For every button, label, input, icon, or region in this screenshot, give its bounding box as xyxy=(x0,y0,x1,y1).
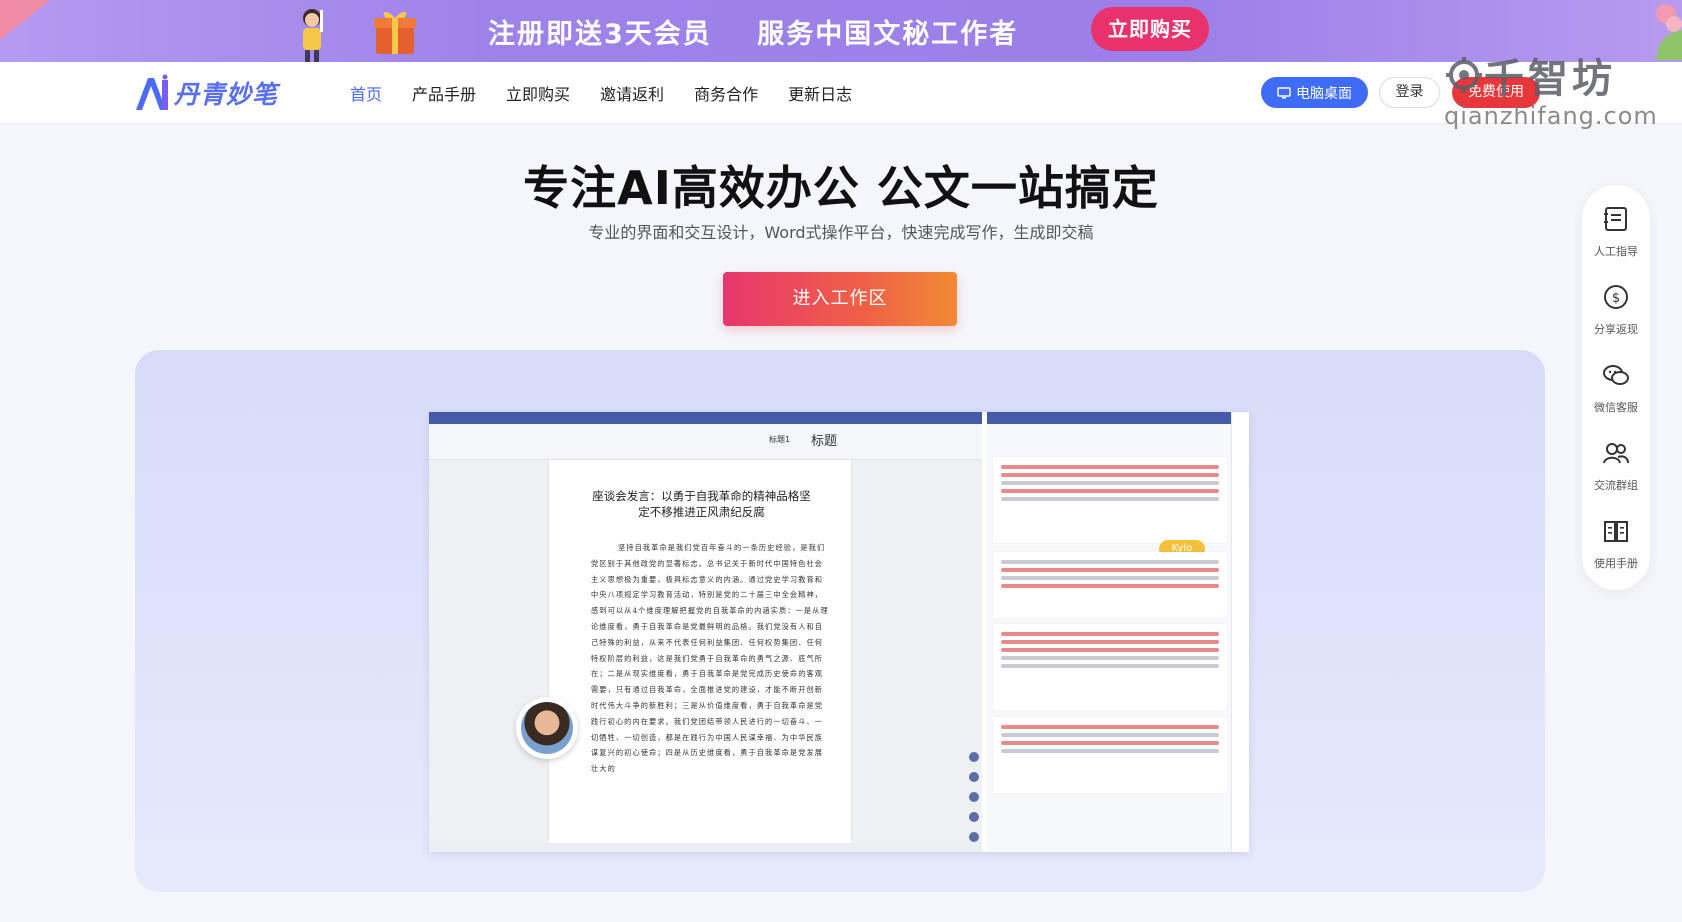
tool-dot-icon[interactable] xyxy=(969,812,979,822)
mascot-girl-illustration xyxy=(303,9,323,62)
document-page: 座谈会发言：以勇于自我革命的精神品格坚定不移推进正风肃纪反腐 坚持自我革命是我们… xyxy=(549,460,851,843)
side-item-label: 使用手册 xyxy=(1594,557,1638,570)
document-title: 座谈会发言：以勇于自我革命的精神品格坚定不移推进正风肃纪反腐 xyxy=(592,489,811,519)
editor-statusbar xyxy=(429,843,982,852)
promo-banner[interactable]: 注册即送3天会员 服务中国文秘工作者 立即购买 xyxy=(0,0,1682,62)
desktop-app-label: 电脑桌面 xyxy=(1296,85,1352,102)
panel-header xyxy=(987,412,1231,424)
side-item-label: 微信客服 xyxy=(1594,401,1638,414)
book-icon xyxy=(1604,521,1628,542)
editor-right-margin xyxy=(851,460,982,843)
banner-buy-button[interactable]: 立即购买 xyxy=(1091,7,1209,51)
floating-side-bar: 人工指导 $ 分享返现 微信客服 交流群组 使用手册 xyxy=(1582,185,1650,590)
suggestion-card xyxy=(993,457,1227,543)
guide-icon xyxy=(1604,207,1627,231)
logo-text: 丹青妙笔 xyxy=(174,80,279,109)
nav-item-manual[interactable]: 产品手册 xyxy=(412,81,476,105)
banner-slogan-text: 服务中国文秘工作者 xyxy=(757,19,1019,50)
nav-item-invite[interactable]: 邀请返利 xyxy=(600,81,664,105)
paper-plane-icon xyxy=(0,0,50,40)
watermark: 千智坊 qianzhifang.com xyxy=(1444,46,1658,130)
editor-screenshot: 标题1 标题 座谈会发言：以勇于自我革命的精神品格坚定不移推进正风肃纪反腐 坚持… xyxy=(429,412,1249,852)
side-item-cashback[interactable]: $ 分享返现 xyxy=(1582,283,1650,337)
tool-dot-icon[interactable] xyxy=(969,832,979,842)
nav-item-business[interactable]: 商务合作 xyxy=(694,81,758,105)
login-button[interactable]: 登录 xyxy=(1379,77,1440,108)
top-navbar: 丹青妙笔 首页 产品手册 立即购买 邀请返利 商务合作 更新日志 电脑桌面 登录… xyxy=(0,62,1682,124)
side-item-group[interactable]: 交流群组 xyxy=(1582,439,1650,493)
watermark-name: 千智坊 xyxy=(1484,56,1616,102)
side-item-label: 人工指导 xyxy=(1594,245,1638,258)
svg-text:$: $ xyxy=(1612,291,1620,306)
watermark-logo-icon xyxy=(1446,57,1482,93)
document-body: 坚持自我革命是我们党百年奋斗的一条历史经验，是我们党区别于其他政党的显著标志。总… xyxy=(591,543,829,774)
hero-subtitle: 专业的界面和交互设计，Word式操作平台，快速完成写作，生成即交稿 xyxy=(588,223,1094,242)
ai-side-panel: Kylo xyxy=(987,412,1249,852)
assistant-avatar xyxy=(516,697,578,759)
cashback-icon: $ xyxy=(1604,285,1628,309)
side-item-manual[interactable]: 使用手册 xyxy=(1582,517,1650,571)
nav-item-buy[interactable]: 立即购买 xyxy=(506,81,570,105)
tool-dot-icon[interactable] xyxy=(969,792,979,802)
side-item-guide[interactable]: 人工指导 xyxy=(1582,205,1650,259)
suggestion-card xyxy=(993,552,1227,618)
tool-dot-icon[interactable] xyxy=(969,772,979,782)
site-logo[interactable]: 丹青妙笔 xyxy=(132,73,297,113)
monitor-icon xyxy=(1277,86,1291,98)
gift-icon xyxy=(374,11,416,54)
editor-left-margin xyxy=(429,460,549,843)
enter-workspace-button[interactable]: 进入工作区 xyxy=(723,272,957,326)
main-menu: 首页 产品手册 立即购买 邀请返利 商务合作 更新日志 xyxy=(350,62,882,124)
side-item-label: 交流群组 xyxy=(1594,479,1638,492)
suggestion-card xyxy=(993,717,1227,793)
tool-dot-icon[interactable] xyxy=(969,752,979,762)
group-icon xyxy=(1603,443,1629,464)
wechat-icon xyxy=(1603,365,1629,385)
banner-text: 注册即送3天会员 服务中国文秘工作者 xyxy=(488,12,1052,51)
logo-mark-icon xyxy=(136,74,168,110)
nav-item-changelog[interactable]: 更新日志 xyxy=(788,81,852,105)
style-heading1: 标题1 xyxy=(769,435,791,444)
hero-title: 专注AI高效办公 公文一站搞定 xyxy=(523,161,1159,215)
panel-side-toolbar xyxy=(1231,412,1249,852)
banner-promo-text: 注册即送3天会员 xyxy=(488,19,712,50)
side-item-label: 分享返现 xyxy=(1594,323,1638,336)
suggestion-card xyxy=(993,624,1227,710)
side-item-wechat[interactable]: 微信客服 xyxy=(1582,361,1650,415)
nav-item-home[interactable]: 首页 xyxy=(350,81,382,105)
watermark-domain: qianzhifang.com xyxy=(1444,102,1658,130)
style-heading: 标题 xyxy=(811,434,838,449)
editor-titlebar xyxy=(429,412,982,424)
editor-toolbar: 标题1 标题 xyxy=(429,424,982,460)
desktop-app-button[interactable]: 电脑桌面 xyxy=(1261,77,1368,108)
